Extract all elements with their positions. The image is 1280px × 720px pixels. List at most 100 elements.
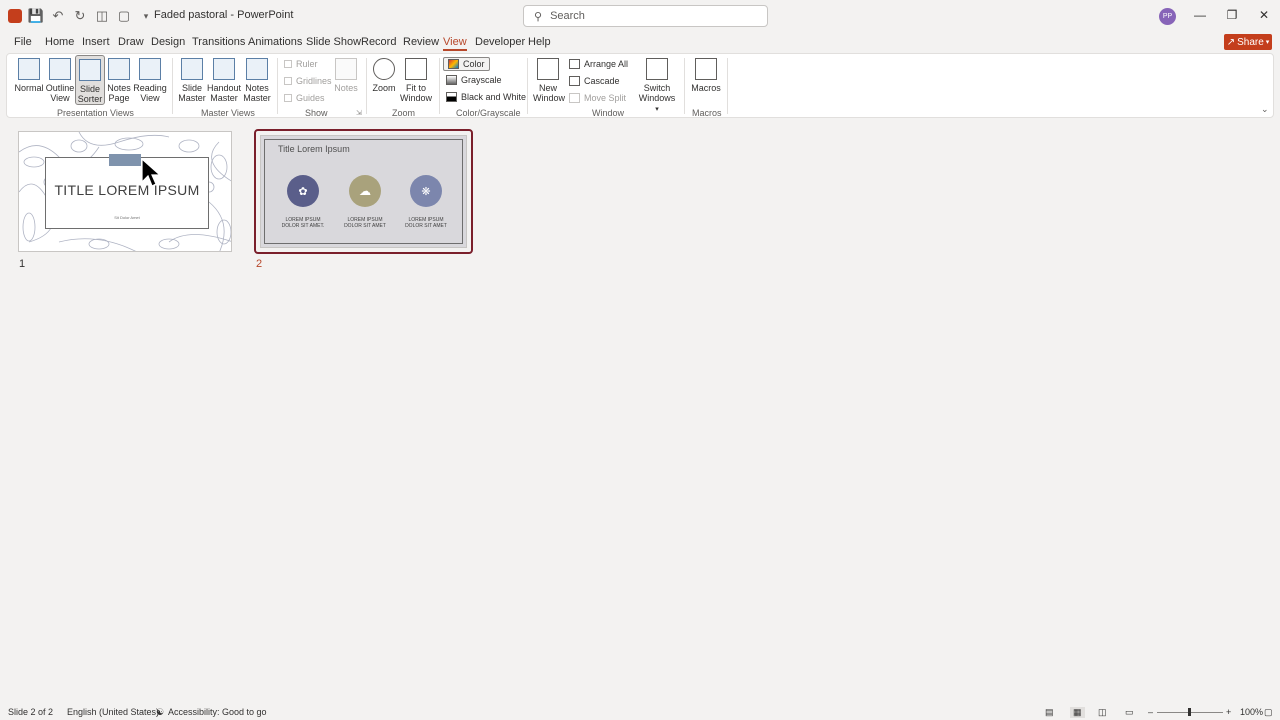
tab-transitions[interactable]: Transitions [192,36,245,48]
handout-master-button[interactable]: Handout Master [207,58,241,103]
color-button[interactable]: Color [443,57,490,71]
close-icon[interactable]: ✕ [1256,8,1272,22]
zoom-in-icon[interactable]: + [1226,707,1231,717]
zoom-group-label: Zoom [392,108,416,118]
fit-to-window-icon [405,58,427,80]
item-1-line-2: DOLOR SIT AMET. [281,223,325,229]
search-placeholder: Search [550,10,585,22]
group-divider [439,58,440,114]
slide-thumbnail-2[interactable]: Title Lorem Ipsum ✿ LOREM IPSUM DOLOR SI… [260,135,467,248]
minimize-icon[interactable]: — [1192,8,1208,22]
slide-sorter-status-icon[interactable]: ▦ [1070,707,1085,718]
dialog-launcher-icon[interactable]: ⇲ [356,109,362,117]
tab-file[interactable]: File [14,36,32,48]
accessibility-status[interactable]: Accessibility: Good to go [168,707,267,717]
slide-2-item-3: LOREM IPSUM DOLOR SIT AMET [396,217,456,229]
redo-icon[interactable]: ↻ [72,8,88,24]
slide-number-1: 1 [19,258,26,270]
language-status[interactable]: English (United States) [67,707,159,717]
move-split-button[interactable]: Move Split [569,93,626,103]
new-window-button[interactable]: New Window [533,58,565,103]
new-window-icon [537,58,559,80]
group-divider [172,58,173,114]
plant-icon: ✿ [287,175,319,207]
gridlines-checkbox[interactable]: Gridlines [284,76,332,86]
tab-home[interactable]: Home [45,36,74,48]
ruler-checkbox[interactable]: Ruler [284,59,318,69]
fit-to-window-button[interactable]: Fit to Window [399,58,433,103]
reading-view-status-icon[interactable]: ◫ [1098,707,1107,718]
maximize-icon[interactable]: ❐ [1224,8,1240,22]
magnifier-icon [373,58,395,80]
macros-button[interactable]: Macros [689,58,723,93]
cascade-button[interactable]: Cascade [569,76,620,86]
slide-thumbnail-1[interactable]: TITLE LOREM IPSUM Sit Dolor Amet [18,131,232,252]
collapse-ribbon-icon[interactable]: ⌄ [1261,104,1269,115]
slide-sorter-button[interactable]: Slide Sorter [75,55,105,105]
screen-capture-icon[interactable]: ▢ [116,8,132,24]
fit-slide-icon[interactable]: ▢ [1264,707,1273,718]
arrange-all-icon [569,59,580,69]
move-split-icon [569,93,580,103]
share-button[interactable]: ↗ Share ▾ [1224,34,1272,50]
tab-record[interactable]: Record [361,36,396,48]
share-label: Share [1237,36,1264,48]
slide-sorter-label-2: Sorter [77,94,103,104]
normal-view-status-icon[interactable]: ▤ [1045,707,1054,718]
zoom-slider-thumb[interactable] [1188,708,1191,716]
tab-design[interactable]: Design [151,36,185,48]
customize-qat-icon[interactable]: ▾ [138,8,154,24]
tab-slide-show[interactable]: Slide Show [306,36,361,48]
slide-master-button[interactable]: Slide Master [177,58,207,103]
tab-help[interactable]: Help [528,36,551,48]
tab-developer[interactable]: Developer [475,36,525,48]
handout-master-icon [213,58,235,80]
color-label: Color [463,59,485,69]
switch-windows-button[interactable]: Switch Windows ▾ [636,58,678,115]
tab-insert[interactable]: Insert [82,36,110,48]
reading-view-button[interactable]: Reading View [133,58,167,103]
checkbox-box [284,94,292,102]
status-bar: Slide 2 of 2 English (United States) ☯ A… [0,704,1280,720]
notes-master-button[interactable]: Notes Master [242,58,272,103]
notes-page-button[interactable]: Notes Page [105,58,133,103]
present-icon[interactable]: ◫ [94,8,110,24]
tab-view[interactable]: View [443,36,467,51]
arrange-all-button[interactable]: Arrange All [569,59,628,69]
checkbox-box [284,77,292,85]
save-icon[interactable]: 💾 [28,8,44,24]
grayscale-button[interactable]: Grayscale [446,75,502,85]
search-input[interactable]: ⚲ Search [523,5,768,27]
macros-group-label: Macros [692,108,722,118]
notes-page-label-1: Notes [107,83,131,93]
zoom-out-icon[interactable]: – [1148,707,1153,717]
outline-view-label-2: View [50,93,70,103]
chevron-down-icon: ▾ [1265,39,1270,46]
slideshow-status-icon[interactable]: ▭ [1125,707,1134,718]
notes-page-label-2: Page [108,93,130,103]
slide-1-title: TITLE LOREM IPSUM [54,182,200,198]
tab-draw[interactable]: Draw [118,36,144,48]
slide-master-label-1: Slide [181,83,202,93]
macros-icon [695,58,717,80]
tab-animations[interactable]: Animations [248,36,302,48]
ribbon-tabs: File Home Insert Draw Design Transitions… [0,33,1280,51]
zoom-level[interactable]: 100% [1240,707,1263,717]
item-2-line-2: DOLOR SIT AMET [344,223,386,229]
notes-button[interactable]: Notes [333,58,359,93]
outline-view-button[interactable]: Outline View [43,58,77,103]
tab-review[interactable]: Review [403,36,439,48]
grayscale-label: Grayscale [461,75,502,85]
avatar[interactable]: PP [1159,8,1176,25]
zoom-button[interactable]: Zoom [371,58,397,93]
normal-view-button[interactable]: Normal [11,58,47,93]
group-divider [527,58,528,114]
undo-icon[interactable]: ↶ [50,8,66,24]
window-title: Faded pastoral - PowerPoint [154,9,294,21]
slide-master-icon [181,58,203,80]
guides-checkbox[interactable]: Guides [284,93,325,103]
black-and-white-button[interactable]: Black and White [446,92,526,102]
share-icon: ↗ [1226,36,1236,48]
switch-windows-label-1: Switch [643,83,671,93]
group-divider [366,58,367,114]
